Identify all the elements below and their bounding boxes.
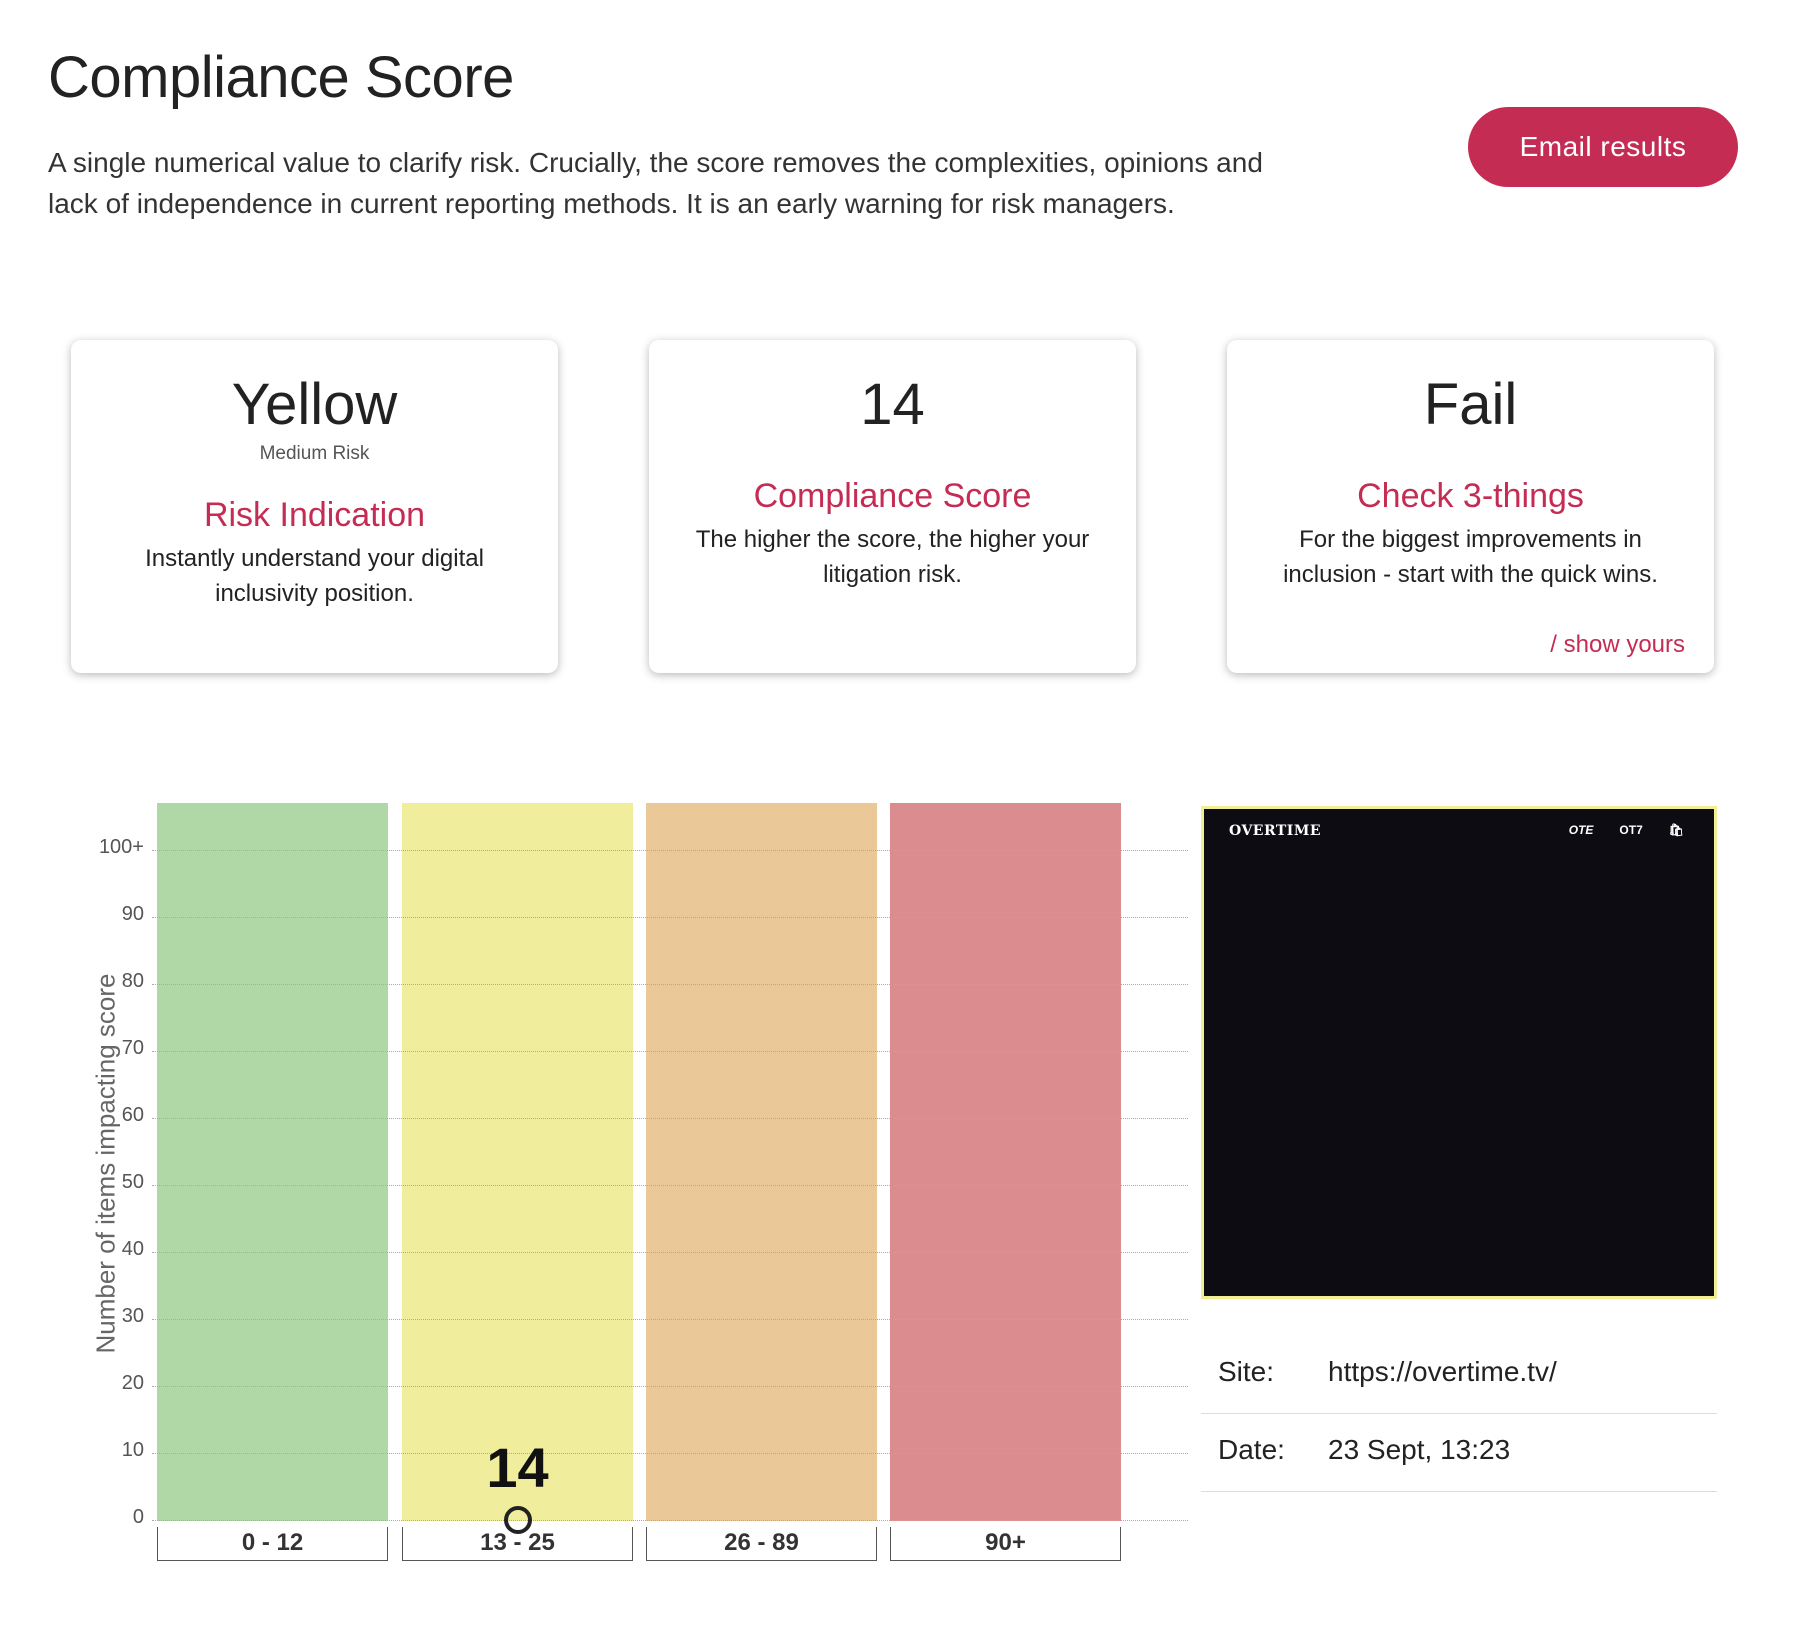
x-tick-label: 90+ bbox=[890, 1527, 1121, 1561]
y-tick-label: 40 bbox=[121, 1238, 144, 1260]
y-tick-label: 0 bbox=[132, 1506, 144, 1528]
gridline bbox=[152, 984, 1188, 985]
gridline bbox=[152, 1185, 1188, 1186]
x-tick-label: 26 - 89 bbox=[646, 1527, 877, 1561]
gridline bbox=[152, 1386, 1188, 1387]
site-row: Site: https://overtime.tv/ bbox=[1201, 1336, 1717, 1414]
gridline bbox=[152, 1520, 1188, 1521]
preview-nav-item: OT7 bbox=[1619, 823, 1643, 837]
date-label: Date: bbox=[1218, 1434, 1285, 1465]
y-tick-label: 50 bbox=[121, 1171, 144, 1193]
y-tick-label: 20 bbox=[121, 1372, 144, 1394]
gridline bbox=[152, 1051, 1188, 1052]
risk-indication-description: Instantly understand your digital inclus… bbox=[145, 545, 484, 608]
y-tick-label: 70 bbox=[121, 1037, 144, 1059]
date-row: Date: 23 Sept, 13:23 bbox=[1201, 1414, 1717, 1492]
gridline bbox=[152, 1453, 1188, 1454]
compliance-score-heading: Compliance Score bbox=[753, 476, 1032, 515]
show-yours-link[interactable]: / show yours bbox=[1550, 631, 1685, 659]
y-tick-label: 90 bbox=[121, 903, 144, 925]
score-marker bbox=[503, 1506, 532, 1534]
check-3-things-card: Fail Check 3-things For the biggest impr… bbox=[1227, 340, 1714, 673]
preview-cart-icon: 🛍 bbox=[1668, 823, 1684, 837]
score-band bbox=[890, 803, 1121, 1521]
score-band bbox=[157, 803, 388, 1521]
date-value: 23 Sept, 13:23 bbox=[1328, 1434, 1511, 1465]
x-tick-label: 0 - 12 bbox=[157, 1527, 388, 1561]
y-tick-label: 30 bbox=[121, 1305, 144, 1327]
compliance-page: Compliance Score A single numerical valu… bbox=[0, 0, 1799, 1630]
y-tick-label: 10 bbox=[121, 1439, 144, 1461]
compliance-score-description: The higher the score, the higher your li… bbox=[695, 526, 1090, 589]
site-preview-thumbnail: OVERTIME OTE OT7 🛍 bbox=[1201, 806, 1717, 1299]
gridline bbox=[152, 850, 1188, 851]
risk-indication-card: Yellow Medium Risk Risk Indication Insta… bbox=[71, 340, 558, 673]
gridline bbox=[152, 917, 1188, 918]
score-value-label: 14 bbox=[486, 1436, 549, 1499]
intro-text: A single numerical value to clarify risk… bbox=[48, 147, 1263, 219]
compliance-score-card: 14 Compliance Score The higher the score… bbox=[649, 340, 1136, 673]
check-result-value: Fail bbox=[1423, 372, 1518, 437]
gridline bbox=[152, 1118, 1188, 1119]
risk-indication-heading: Risk Indication bbox=[203, 495, 426, 534]
preview-nav-item: OTE bbox=[1568, 823, 1594, 837]
gridline bbox=[152, 1319, 1188, 1320]
y-tick-label: 60 bbox=[121, 1104, 144, 1126]
risk-level-subtitle: Medium Risk bbox=[259, 442, 370, 464]
risk-level-value: Yellow bbox=[231, 372, 398, 437]
score-band bbox=[646, 803, 877, 1521]
page-title: Compliance Score bbox=[48, 45, 514, 110]
preview-logo: OVERTIME bbox=[1229, 823, 1322, 839]
preview-nav: OTE OT7 🛍 bbox=[1569, 823, 1684, 837]
compliance-score-chart: Number of items impacting score 0 - 12 13… bbox=[60, 790, 1188, 1570]
site-url: https://overtime.tv/ bbox=[1328, 1356, 1557, 1387]
check-3-things-heading: Check 3-things bbox=[1357, 476, 1584, 515]
gridline bbox=[152, 1252, 1188, 1253]
score-band bbox=[402, 803, 633, 1521]
email-results-button[interactable]: Email results bbox=[1468, 107, 1738, 187]
y-tick-label: 80 bbox=[121, 970, 144, 992]
y-tick-label: 100+ bbox=[98, 836, 144, 858]
check-3-things-description: For the biggest improvements in inclusio… bbox=[1283, 526, 1658, 589]
compliance-score-value: 14 bbox=[860, 372, 925, 437]
site-label: Site: bbox=[1218, 1356, 1275, 1387]
